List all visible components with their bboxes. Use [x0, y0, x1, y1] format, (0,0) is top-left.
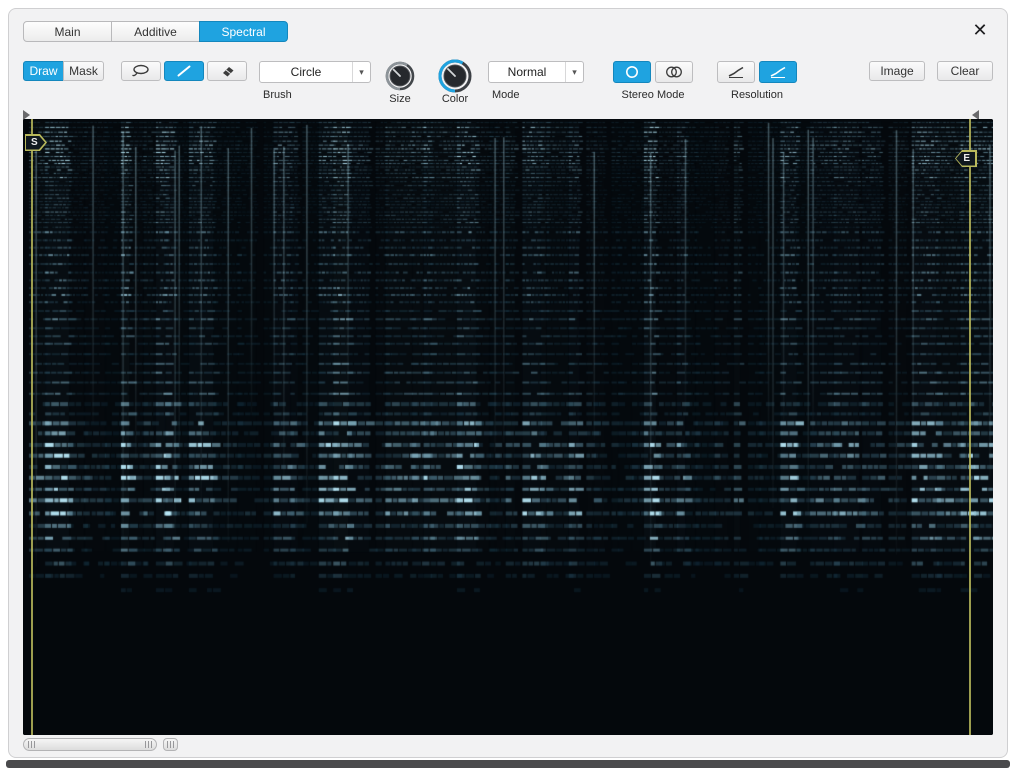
draw-mask-segment: Draw Mask: [23, 61, 104, 81]
tab-spectral[interactable]: Spectral: [199, 21, 288, 42]
scrollbar-left-grip[interactable]: [28, 741, 35, 748]
stereo-dual-button[interactable]: [655, 61, 693, 83]
resolution-high-button[interactable]: [759, 61, 797, 83]
spectrogram-area[interactable]: S E: [23, 119, 993, 735]
window-bottom-edge: [6, 760, 1010, 768]
resolution-caption: Resolution: [717, 89, 797, 101]
circle-icon: [622, 65, 642, 79]
image-button[interactable]: Image: [869, 61, 925, 81]
brush-tool-button[interactable]: [164, 61, 204, 81]
end-flag-label: E: [956, 152, 975, 166]
clear-button[interactable]: Clear: [937, 61, 993, 81]
eraser-tool-button[interactable]: [207, 61, 247, 81]
stereo-mode-buttons: [613, 61, 693, 83]
start-marker-flag[interactable]: S: [25, 134, 47, 151]
mask-mode-button[interactable]: Mask: [63, 61, 104, 81]
end-marker-flag[interactable]: E: [955, 150, 977, 167]
stereo-mono-button[interactable]: [613, 61, 651, 83]
resolution-low-button[interactable]: [717, 61, 755, 83]
mode-value: Normal: [489, 62, 565, 82]
close-button[interactable]: ✕: [969, 19, 991, 41]
mode-dropdown[interactable]: Normal ▾: [488, 61, 584, 83]
end-marker-line[interactable]: [969, 119, 971, 735]
tab-additive[interactable]: Additive: [111, 21, 200, 42]
size-knob[interactable]: [385, 61, 415, 91]
brush-shape-dropdown[interactable]: Circle ▾: [259, 61, 371, 83]
chevron-down-icon: ▾: [352, 62, 370, 82]
line-graph-icon: [726, 65, 746, 79]
draw-mode-button[interactable]: Draw: [23, 61, 64, 81]
size-caption: Size: [385, 93, 415, 105]
spectrogram-canvas[interactable]: [23, 119, 993, 735]
brush-shape-value: Circle: [260, 62, 352, 82]
chevron-down-icon: ▾: [565, 62, 583, 82]
scrollbar-track[interactable]: [23, 738, 157, 751]
mode-caption: Mode: [492, 89, 520, 101]
stereo-caption: Stereo Mode: [613, 89, 693, 101]
tab-main[interactable]: Main: [23, 21, 112, 42]
eraser-icon: [217, 64, 237, 78]
scrollbar-end-cap[interactable]: [163, 738, 178, 751]
lasso-icon: [131, 64, 151, 78]
line-graph-icon: [768, 65, 788, 79]
toolbar: Draw Mask: [23, 59, 993, 107]
tool-buttons: [121, 61, 247, 81]
brush-caption: Brush: [263, 89, 292, 101]
scrollbar-right-grip[interactable]: [145, 741, 152, 748]
brush-icon: [174, 64, 194, 78]
scrollbar-cap-grip: [167, 741, 174, 748]
dual-circles-icon: [664, 65, 684, 79]
color-knob[interactable]: [438, 59, 472, 93]
resolution-buttons: [717, 61, 797, 83]
tab-bar: Main Additive Spectral: [23, 21, 288, 43]
start-marker-line[interactable]: [31, 119, 33, 735]
color-caption: Color: [438, 93, 472, 105]
lasso-tool-button[interactable]: [121, 61, 161, 81]
alchemy-spectral-window: Main Additive Spectral ✕ Draw Mask: [8, 8, 1008, 758]
